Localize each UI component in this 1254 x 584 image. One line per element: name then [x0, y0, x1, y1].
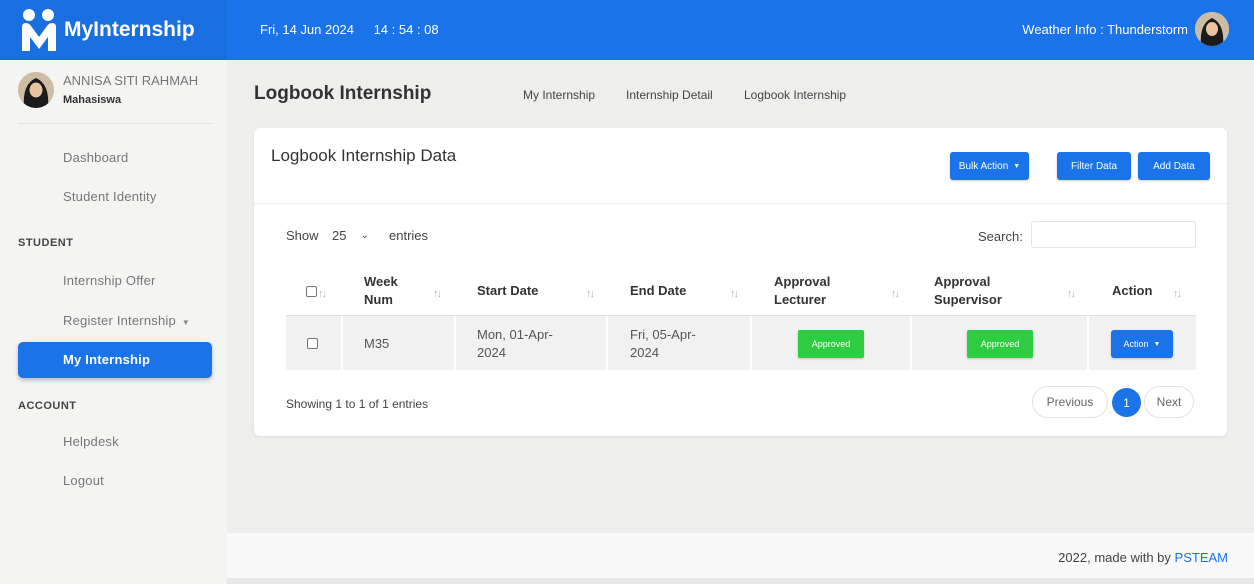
row-action-button[interactable]: Action ▼	[1111, 330, 1173, 358]
header-text: Supervisor	[934, 292, 1002, 307]
bulk-action-label: Bulk Action	[958, 160, 1009, 172]
add-data-button[interactable]: Add Data	[1138, 152, 1210, 180]
sort-icon[interactable]: ↑↓	[433, 288, 442, 300]
cell-text: 2024	[630, 345, 659, 360]
column-header-action[interactable]: Action	[1112, 282, 1152, 300]
caret-down-icon: ▼	[1013, 162, 1021, 170]
column-header-end-date[interactable]: End Date	[630, 282, 686, 300]
sort-icon[interactable]: ↑↓	[318, 288, 327, 300]
footer-credit: 2022, made with by	[1058, 550, 1175, 565]
column-header-start-date[interactable]: Start Date	[477, 282, 538, 300]
column-header-week-num[interactable]: Week Num	[364, 273, 398, 309]
chevron-down-icon: ⌄	[360, 229, 369, 241]
user-profile: ANNISA SITI RAHMAH Mahasiswa	[18, 72, 213, 124]
brand-name: MyInternship	[64, 18, 195, 41]
breadcrumb-internship-detail[interactable]: Internship Detail	[626, 88, 713, 102]
sidebar-item-register-internship[interactable]: Register Internship ▼	[18, 303, 212, 339]
header-text: Approval	[774, 274, 831, 289]
sidebar-item-student-identity[interactable]: Student Identity	[18, 179, 212, 215]
pagination-page-1[interactable]: 1	[1112, 388, 1141, 417]
weather-info: Weather Info : Thunderstorm	[1022, 22, 1188, 37]
user-avatar	[18, 72, 54, 108]
sort-icon[interactable]: ↑↓	[1067, 288, 1076, 300]
user-name: ANNISA SITI RAHMAH	[63, 73, 199, 88]
select-all-checkbox[interactable]	[306, 286, 317, 297]
header-text: Week	[364, 274, 398, 289]
sort-icon[interactable]: ↑↓	[586, 288, 595, 300]
status-badge-supervisor: Approved	[967, 330, 1033, 358]
row-action-label: Action	[1123, 339, 1149, 349]
profile-avatar[interactable]	[1195, 12, 1229, 46]
sidebar-item-internship-offer[interactable]: Internship Offer	[18, 263, 212, 299]
cell-text: Mon, 01-Apr-	[477, 327, 553, 342]
header-time: 14 : 54 : 08	[373, 22, 439, 37]
cell-end-date: Fri, 05-Apr- 2024	[630, 326, 696, 362]
caret-down-icon: ▼	[1153, 340, 1161, 348]
footer-text: 2022, made with by PSTEAM	[1058, 550, 1228, 565]
brand[interactable]: MyInternship	[0, 0, 227, 60]
top-bar: MyInternship Fri, 14 Jun 2024 14 : 54 : …	[0, 0, 1254, 60]
header-text: Lecturer	[774, 292, 827, 307]
sidebar: ANNISA SITI RAHMAH Mahasiswa Dashboard S…	[0, 60, 227, 584]
bottom-strip	[227, 578, 1254, 584]
column-header-approval-supervisor[interactable]: Approval Supervisor	[934, 273, 1002, 309]
header-datetime: Fri, 14 Jun 2024 14 : 54 : 08	[260, 22, 455, 37]
header-text: Approval	[934, 274, 991, 289]
sidebar-item-label: Register Internship	[63, 313, 176, 328]
cell-text: 2024	[477, 345, 506, 360]
entries-per-page-value: 25	[332, 227, 347, 243]
caret-down-icon: ▼	[181, 318, 191, 327]
bulk-action-button[interactable]: Bulk Action ▼	[950, 152, 1029, 180]
show-label: Show	[286, 228, 319, 243]
cell-text: Fri, 05-Apr-	[630, 327, 696, 342]
search-input[interactable]	[1031, 221, 1196, 248]
breadcrumb-logbook-internship[interactable]: Logbook Internship	[744, 88, 846, 102]
pagination-previous[interactable]: Previous	[1032, 386, 1108, 418]
user-role: Mahasiswa	[63, 94, 122, 106]
cell-start-date: Mon, 01-Apr- 2024	[477, 326, 553, 362]
table-row	[286, 316, 1196, 370]
header-text: Num	[364, 292, 393, 307]
card-header: Logbook Internship Data Bulk Action ▼ Fil…	[254, 128, 1227, 204]
breadcrumb-my-internship[interactable]: My Internship	[523, 88, 595, 102]
entries-label: entries	[389, 228, 429, 243]
sidebar-item-dashboard[interactable]: Dashboard	[18, 140, 212, 176]
sidebar-item-logout[interactable]: Logout	[18, 463, 212, 499]
sort-icon[interactable]: ↑↓	[1173, 288, 1182, 300]
footer: 2022, made with by PSTEAM	[227, 533, 1254, 578]
pagination-next[interactable]: Next	[1144, 386, 1194, 418]
status-badge-lecturer: Approved	[798, 330, 864, 358]
footer-link[interactable]: PSTEAM	[1175, 550, 1228, 565]
search-label: Search:	[978, 229, 1023, 244]
row-checkbox[interactable]	[307, 338, 318, 349]
column-header-approval-lecturer[interactable]: Approval Lecturer	[774, 273, 830, 309]
sidebar-section-account: ACCOUNT	[18, 400, 77, 412]
page-title: Logbook Internship	[254, 83, 432, 104]
sidebar-item-helpdesk[interactable]: Helpdesk	[18, 424, 212, 460]
sidebar-item-my-internship[interactable]: My Internship	[18, 342, 212, 378]
brand-logo-icon	[20, 9, 60, 51]
sort-icon[interactable]: ↑↓	[730, 288, 739, 300]
sort-icon[interactable]: ↑↓	[891, 288, 900, 300]
entries-per-page-select[interactable]: 25 ⌄	[322, 222, 382, 248]
table-info: Showing 1 to 1 of 1 entries	[286, 397, 429, 411]
cell-week-num: M35	[364, 336, 390, 351]
sidebar-section-student: STUDENT	[18, 237, 74, 249]
card-title: Logbook Internship Data	[271, 146, 457, 165]
filter-data-button[interactable]: Filter Data	[1057, 152, 1131, 180]
header-date: Fri, 14 Jun 2024	[260, 22, 354, 37]
